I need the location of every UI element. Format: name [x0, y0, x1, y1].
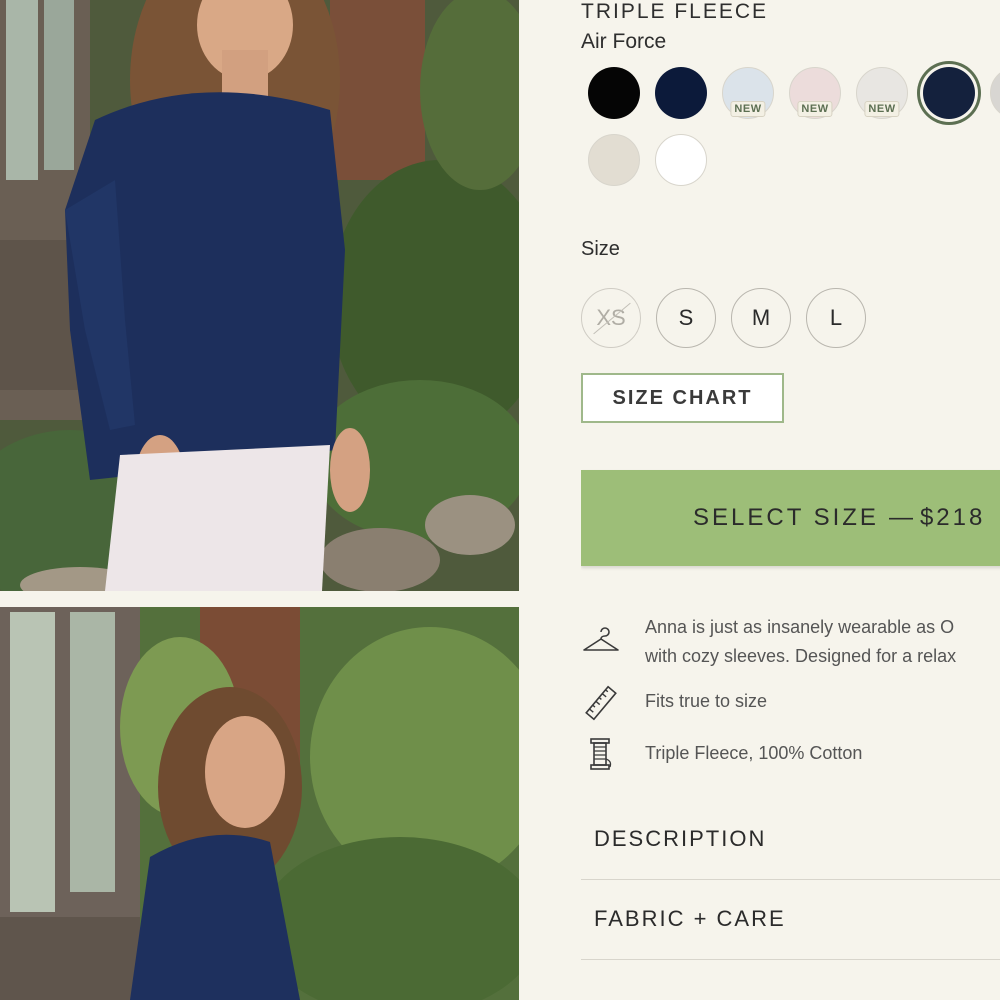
cta-label: SELECT SIZE — [693, 504, 879, 531]
new-badge: NEW — [797, 101, 833, 117]
color-swatch[interactable]: NEW — [856, 67, 908, 119]
feature-text-line: with cozy sleeves. Designed for a relax — [645, 646, 957, 666]
selected-color-name: Air Force — [581, 30, 667, 53]
size-chart-button[interactable]: SIZE CHART — [581, 373, 784, 423]
accordion-fabric-care[interactable]: FABRIC + CARE — [581, 880, 1000, 960]
feature-text-line: Anna is just as insanely wearable as O — [645, 617, 955, 637]
color-swatch[interactable]: NEW — [789, 67, 841, 119]
size-option-xs[interactable]: XS — [581, 288, 641, 348]
color-swatch[interactable] — [655, 134, 707, 186]
new-badge: NEW — [864, 101, 900, 117]
feature-text: Fits true to size — [645, 691, 768, 711]
accordion-description[interactable]: DESCRIPTION — [581, 800, 1000, 880]
ruler-icon — [585, 685, 617, 721]
product-photo-side[interactable] — [0, 607, 519, 1000]
size-label: Size — [581, 238, 620, 260]
color-swatch[interactable] — [990, 67, 1000, 119]
color-swatch[interactable] — [588, 67, 640, 119]
product-collection-name: TRIPLE FLEECE — [581, 0, 769, 23]
color-swatch[interactable] — [588, 134, 640, 186]
feature-text: Triple Fleece, 100% Cotton — [645, 743, 863, 763]
product-photo-front[interactable] — [0, 0, 519, 591]
size-option-m[interactable]: M — [731, 288, 791, 348]
hanger-icon — [583, 627, 619, 651]
accordion-label: FABRIC + CARE — [594, 906, 786, 931]
accordion-label: DESCRIPTION — [594, 826, 767, 851]
select-size-add-to-cart-button[interactable]: SELECT SIZE — $218 — [581, 470, 1000, 566]
size-option-s[interactable]: S — [656, 288, 716, 348]
new-badge: NEW — [730, 101, 766, 117]
product-details-panel: TRIPLE FLEECE Air Force NEW NEW NEW Size… — [581, 0, 1000, 1000]
size-option-l[interactable]: L — [806, 288, 866, 348]
cta-price: $218 — [919, 504, 986, 531]
cta-separator: — — [888, 504, 916, 531]
color-swatch[interactable] — [655, 67, 707, 119]
thread-spool-icon — [590, 738, 612, 770]
color-swatch[interactable]: NEW — [722, 67, 774, 119]
color-swatch-selected[interactable] — [923, 67, 975, 119]
